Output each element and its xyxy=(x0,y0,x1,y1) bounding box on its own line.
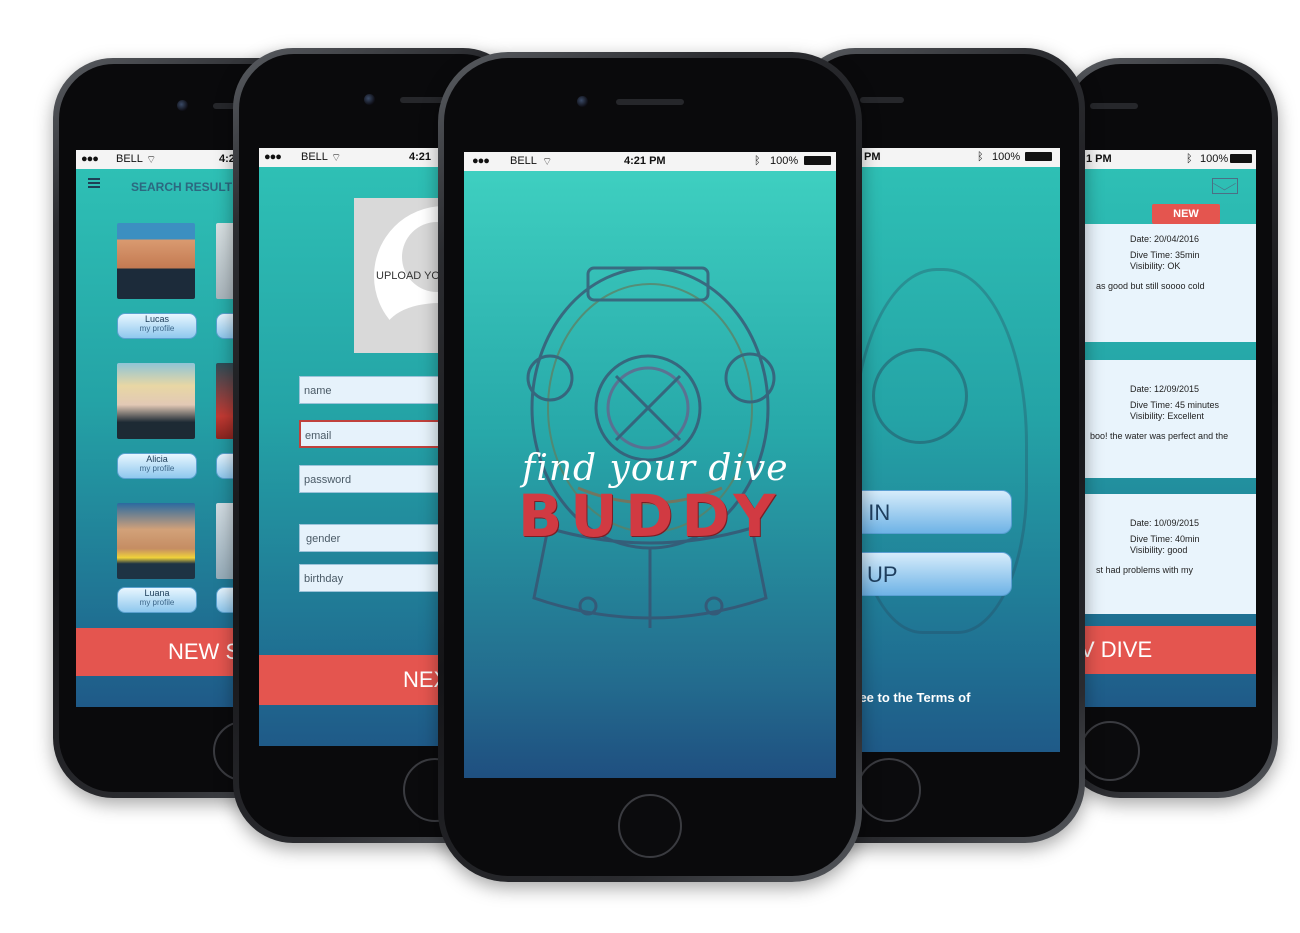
clock-label: 4:21 xyxy=(409,151,432,163)
dive-time: Dive Time: 35min xyxy=(1130,250,1200,260)
speaker-grille xyxy=(860,97,904,103)
carrier-label: BELL xyxy=(301,151,328,163)
profile-button-luana[interactable]: Luana my profile xyxy=(117,587,197,613)
dive-time: Dive Time: 40min xyxy=(1130,534,1200,544)
dive-entry[interactable]: Date: 20/04/2016 Dive Time: 35min Visibi… xyxy=(1060,224,1256,342)
wifi-icon: ⌔ xyxy=(331,152,342,164)
bluetooth-icon: ᛒ xyxy=(977,151,984,163)
dive-note: st had problems with my xyxy=(1096,565,1194,575)
splash-screen: ●●● BELL ⌔ 4:21 PM ᛒ 100% find your dive… xyxy=(464,152,836,778)
home-button[interactable] xyxy=(1080,721,1140,781)
battery-label: 100% xyxy=(1200,153,1229,165)
carrier-label: BELL xyxy=(116,153,143,165)
diving-helmet-window xyxy=(872,348,968,444)
login-screen: PM ᛒ 100% G IN N UP I agree to the Terms… xyxy=(832,148,1060,752)
avatar-alicia[interactable] xyxy=(117,363,195,439)
bluetooth-icon: ᛒ xyxy=(1186,153,1193,165)
clock-label: 4:21 PM xyxy=(624,155,666,167)
battery-icon xyxy=(1025,152,1052,161)
dive-visibility: Visibility: Excellent xyxy=(1130,411,1204,421)
battery-icon xyxy=(1230,154,1252,163)
dive-time: Dive Time: 45 minutes xyxy=(1130,400,1220,410)
dive-date: Date: 20/04/2016 xyxy=(1130,234,1200,244)
signal-icon: ●●● xyxy=(472,155,490,167)
profile-name: Luana xyxy=(144,588,170,598)
dive-visibility: Visibility: good xyxy=(1130,545,1188,555)
status-bar: PM ᛒ 100% xyxy=(832,148,1060,167)
home-button[interactable] xyxy=(618,794,682,858)
wifi-icon: ⌔ xyxy=(542,156,553,168)
profile-name: Alicia xyxy=(146,454,168,464)
dive-entry[interactable]: Date: 12/09/2015 Dive Time: 45 minutes V… xyxy=(1060,360,1256,478)
phone-dive-log: 1 PM ᛒ 100% NEW Date: 20/04/2016 Dive Ti… xyxy=(1060,58,1278,798)
new-badge[interactable]: NEW xyxy=(1152,204,1220,224)
carrier-label: BELL xyxy=(510,155,537,167)
bluetooth-icon: ᛒ xyxy=(754,155,761,167)
status-bar: 1 PM ᛒ 100% xyxy=(1060,150,1256,169)
signal-icon: ●●● xyxy=(264,151,282,163)
avatar-lucas[interactable] xyxy=(117,223,195,299)
phone-splash: ●●● BELL ⌔ 4:21 PM ᛒ 100% find your dive… xyxy=(438,52,862,882)
front-camera xyxy=(177,100,188,111)
speaker-grille xyxy=(1090,103,1138,109)
battery-label: 100% xyxy=(770,155,799,167)
clock-label: 1 PM xyxy=(1086,153,1112,165)
dive-visibility: Visibility: OK xyxy=(1130,261,1181,271)
front-camera xyxy=(577,96,588,107)
dive-log-screen: 1 PM ᛒ 100% NEW Date: 20/04/2016 Dive Ti… xyxy=(1060,150,1256,707)
battery-icon xyxy=(804,156,831,165)
page-title: SEARCH RESULT xyxy=(131,180,233,194)
signal-icon: ●●● xyxy=(81,153,99,165)
dive-date: Date: 10/09/2015 xyxy=(1130,518,1200,528)
upload-label: UPLOAD YO xyxy=(376,270,440,282)
status-bar: ●●● BELL ⌔ 4:21 PM ᛒ 100% xyxy=(464,152,836,171)
home-button[interactable] xyxy=(857,758,921,822)
battery-label: 100% xyxy=(992,151,1021,163)
dive-note: boo! the water was perfect and the xyxy=(1090,431,1229,441)
speaker-grille xyxy=(616,99,684,105)
profile-sub: my profile xyxy=(139,324,175,333)
new-dive-button[interactable]: V DIVE xyxy=(1060,626,1256,674)
profile-button-alicia[interactable]: Alicia my profile xyxy=(117,453,197,479)
mail-icon[interactable] xyxy=(1212,176,1238,194)
profile-sub: my profile xyxy=(139,464,175,473)
avatar-luana[interactable] xyxy=(117,503,195,579)
dive-entry[interactable]: Date: 10/09/2015 Dive Time: 40min Visibi… xyxy=(1060,494,1256,614)
hamburger-menu-icon[interactable] xyxy=(88,178,100,188)
dive-note: as good but still soooo cold xyxy=(1096,281,1205,291)
app-title: BUDDY xyxy=(518,482,784,550)
profile-name: Lucas xyxy=(144,314,170,324)
dive-date: Date: 12/09/2015 xyxy=(1130,384,1200,394)
profile-sub: my profile xyxy=(139,598,175,607)
profile-button-lucas[interactable]: Lucas my profile xyxy=(117,313,197,339)
wifi-icon: ⌔ xyxy=(146,154,157,166)
clock-label: PM xyxy=(864,151,881,163)
front-camera xyxy=(364,94,375,105)
